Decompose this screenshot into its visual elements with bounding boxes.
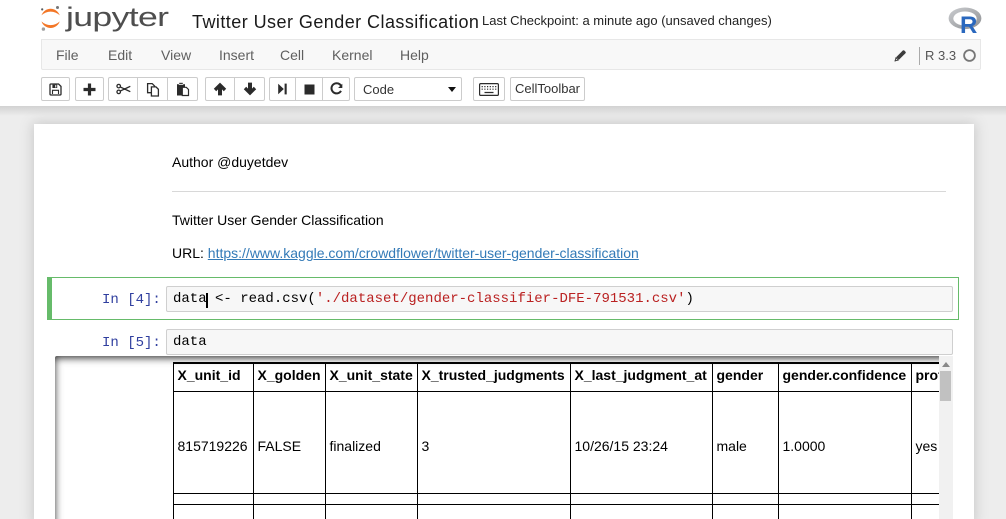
svg-text:R: R	[960, 12, 977, 35]
